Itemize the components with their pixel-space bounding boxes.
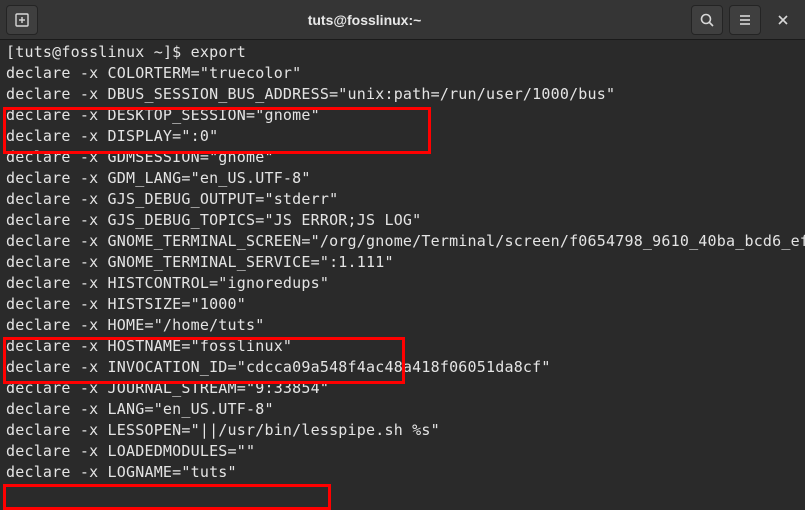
output-line: declare -x DISPLAY=":0"	[6, 127, 218, 145]
output-line: declare -x GDMSESSION="gnome"	[6, 148, 274, 166]
output-line: declare -x GJS_DEBUG_OUTPUT="stderr"	[6, 190, 338, 208]
output-line: declare -x COLORTERM="truecolor"	[6, 64, 301, 82]
output-line: declare -x HISTCONTROL="ignoredups"	[6, 274, 329, 292]
output-line: declare -x JOURNAL_STREAM="9:33854"	[6, 379, 329, 397]
command-text: export	[191, 43, 246, 61]
titlebar-right	[691, 5, 799, 35]
close-button[interactable]	[767, 5, 799, 35]
terminal-output[interactable]: [tuts@fosslinux ~]$ export declare -x CO…	[0, 40, 805, 485]
menu-button[interactable]	[729, 5, 761, 35]
prompt-bracket-open: [	[6, 43, 15, 61]
hamburger-icon	[737, 12, 753, 28]
search-button[interactable]	[691, 5, 723, 35]
highlight-box-3	[3, 484, 331, 510]
titlebar-left	[6, 5, 38, 35]
title-bar: tuts@fosslinux:~	[0, 0, 805, 40]
output-line: declare -x GJS_DEBUG_TOPICS="JS ERROR;JS…	[6, 211, 421, 229]
output-line: declare -x GNOME_TERMINAL_SERVICE=":1.11…	[6, 253, 394, 271]
output-line: declare -x LOADEDMODULES=""	[6, 442, 255, 460]
output-line: declare -x LESSOPEN="||/usr/bin/lesspipe…	[6, 421, 440, 439]
output-line: declare -x HOME="/home/tuts"	[6, 316, 264, 334]
close-icon	[775, 12, 791, 28]
output-line: declare -x DBUS_SESSION_BUS_ADDRESS="uni…	[6, 85, 615, 103]
window-title: tuts@fosslinux:~	[38, 12, 691, 28]
output-line: declare -x INVOCATION_ID="cdcca09a548f4a…	[6, 358, 551, 376]
output-line: declare -x LOGNAME="tuts"	[6, 463, 237, 481]
new-tab-button[interactable]	[6, 5, 38, 35]
search-icon	[699, 12, 715, 28]
new-tab-icon	[14, 12, 30, 28]
prompt-user-host: tuts@fosslinux ~	[15, 43, 163, 61]
output-line: declare -x LANG="en_US.UTF-8"	[6, 400, 274, 418]
output-line: declare -x GNOME_TERMINAL_SCREEN="/org/g…	[6, 232, 805, 250]
prompt-bracket-close: ]$	[163, 43, 191, 61]
output-line: declare -x GDM_LANG="en_US.UTF-8"	[6, 169, 311, 187]
output-line: declare -x HOSTNAME="fosslinux"	[6, 337, 292, 355]
output-line: declare -x DESKTOP_SESSION="gnome"	[6, 106, 320, 124]
output-line: declare -x HISTSIZE="1000"	[6, 295, 246, 313]
